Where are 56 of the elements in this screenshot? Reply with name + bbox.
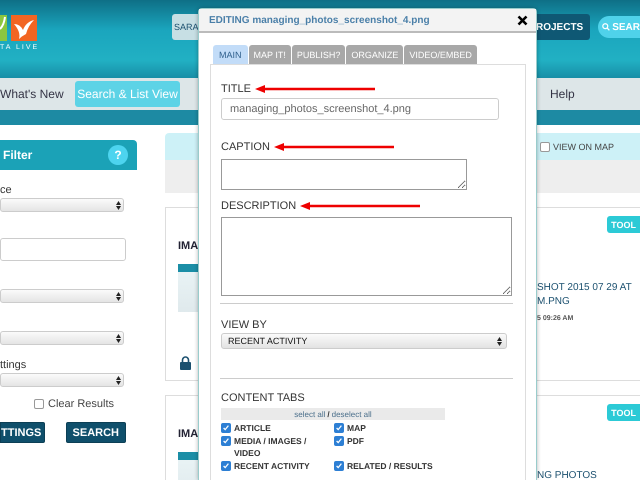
nav-link[interactable]: Help bbox=[550, 81, 579, 107]
checkbox-label: VIEW ON MAP bbox=[553, 142, 614, 152]
checkbox[interactable] bbox=[334, 423, 344, 433]
filter-title: Filter bbox=[3, 148, 32, 162]
field-label: VIEW BY bbox=[221, 318, 268, 332]
view-by-select[interactable]: RECENT ACTIVITY bbox=[221, 333, 507, 349]
checkbox-label: RECENT ACTIVITY bbox=[234, 460, 310, 472]
projects-button[interactable]: ROJECTS bbox=[536, 14, 590, 40]
select-field[interactable] bbox=[0, 289, 124, 303]
checkbox-label: MAP bbox=[347, 422, 366, 434]
thumbnail-image bbox=[178, 264, 198, 312]
tab[interactable]: MAIN bbox=[213, 45, 248, 64]
updown-icon bbox=[116, 334, 121, 342]
checkbox[interactable] bbox=[221, 461, 231, 471]
updown-icon bbox=[116, 292, 121, 300]
item-title[interactable]: SHOT 2015 07 29 AT M.PNG bbox=[537, 281, 640, 309]
checkbox-label: PDF bbox=[347, 435, 364, 447]
field-label: CAPTION bbox=[221, 141, 270, 153]
checkbox[interactable] bbox=[334, 436, 344, 446]
action-button[interactable]: TTINGS bbox=[0, 422, 46, 443]
checkbox-label: Clear Results bbox=[48, 398, 114, 410]
field-label: TITLE bbox=[221, 83, 251, 95]
updown-icon bbox=[497, 336, 502, 346]
checkbox[interactable] bbox=[334, 461, 344, 471]
field-label: ce bbox=[0, 183, 13, 198]
caption-field[interactable] bbox=[221, 159, 467, 190]
item-title[interactable]: NG PHOTOS bbox=[537, 469, 640, 480]
checkbox-label: ARTICLE bbox=[234, 422, 271, 434]
close-button[interactable] bbox=[517, 14, 528, 26]
updown-icon bbox=[116, 376, 121, 384]
description-field[interactable] bbox=[221, 217, 512, 296]
checkbox[interactable] bbox=[221, 423, 231, 433]
nav-link[interactable]: What's New bbox=[0, 81, 75, 107]
search-icon bbox=[602, 22, 610, 32]
item-type: IMA bbox=[178, 240, 198, 252]
field-label: ttings bbox=[0, 358, 28, 373]
title-field[interactable]: managing_photos_screenshot_4.png bbox=[221, 98, 499, 120]
select-field[interactable] bbox=[0, 331, 124, 345]
updown-icon bbox=[116, 200, 121, 210]
field-label: CONTENT TABS bbox=[221, 391, 306, 405]
checkbox[interactable] bbox=[540, 142, 550, 152]
checkbox-label: MEDIA / IMAGES / VIDEO bbox=[234, 435, 308, 459]
checkbox[interactable] bbox=[221, 436, 231, 446]
select-all-link[interactable]: select all bbox=[294, 410, 326, 418]
checkbox[interactable] bbox=[34, 399, 44, 409]
deselect-all-link[interactable]: deselect all bbox=[332, 410, 372, 418]
field-label: DESCRIPTION bbox=[221, 200, 296, 212]
user-button[interactable]: SARA bbox=[172, 14, 198, 40]
separator-text: / bbox=[327, 410, 330, 418]
select-field[interactable] bbox=[0, 198, 124, 212]
dialog-title: EDITING managing_photos_screenshot_4.png bbox=[209, 14, 430, 26]
item-type: IMA bbox=[178, 428, 198, 440]
text-field[interactable] bbox=[0, 238, 126, 261]
checkbox-label: RELATED / RESULTS bbox=[347, 460, 433, 472]
select-field[interactable] bbox=[0, 373, 124, 387]
action-button[interactable]: SEARCH bbox=[66, 422, 126, 443]
